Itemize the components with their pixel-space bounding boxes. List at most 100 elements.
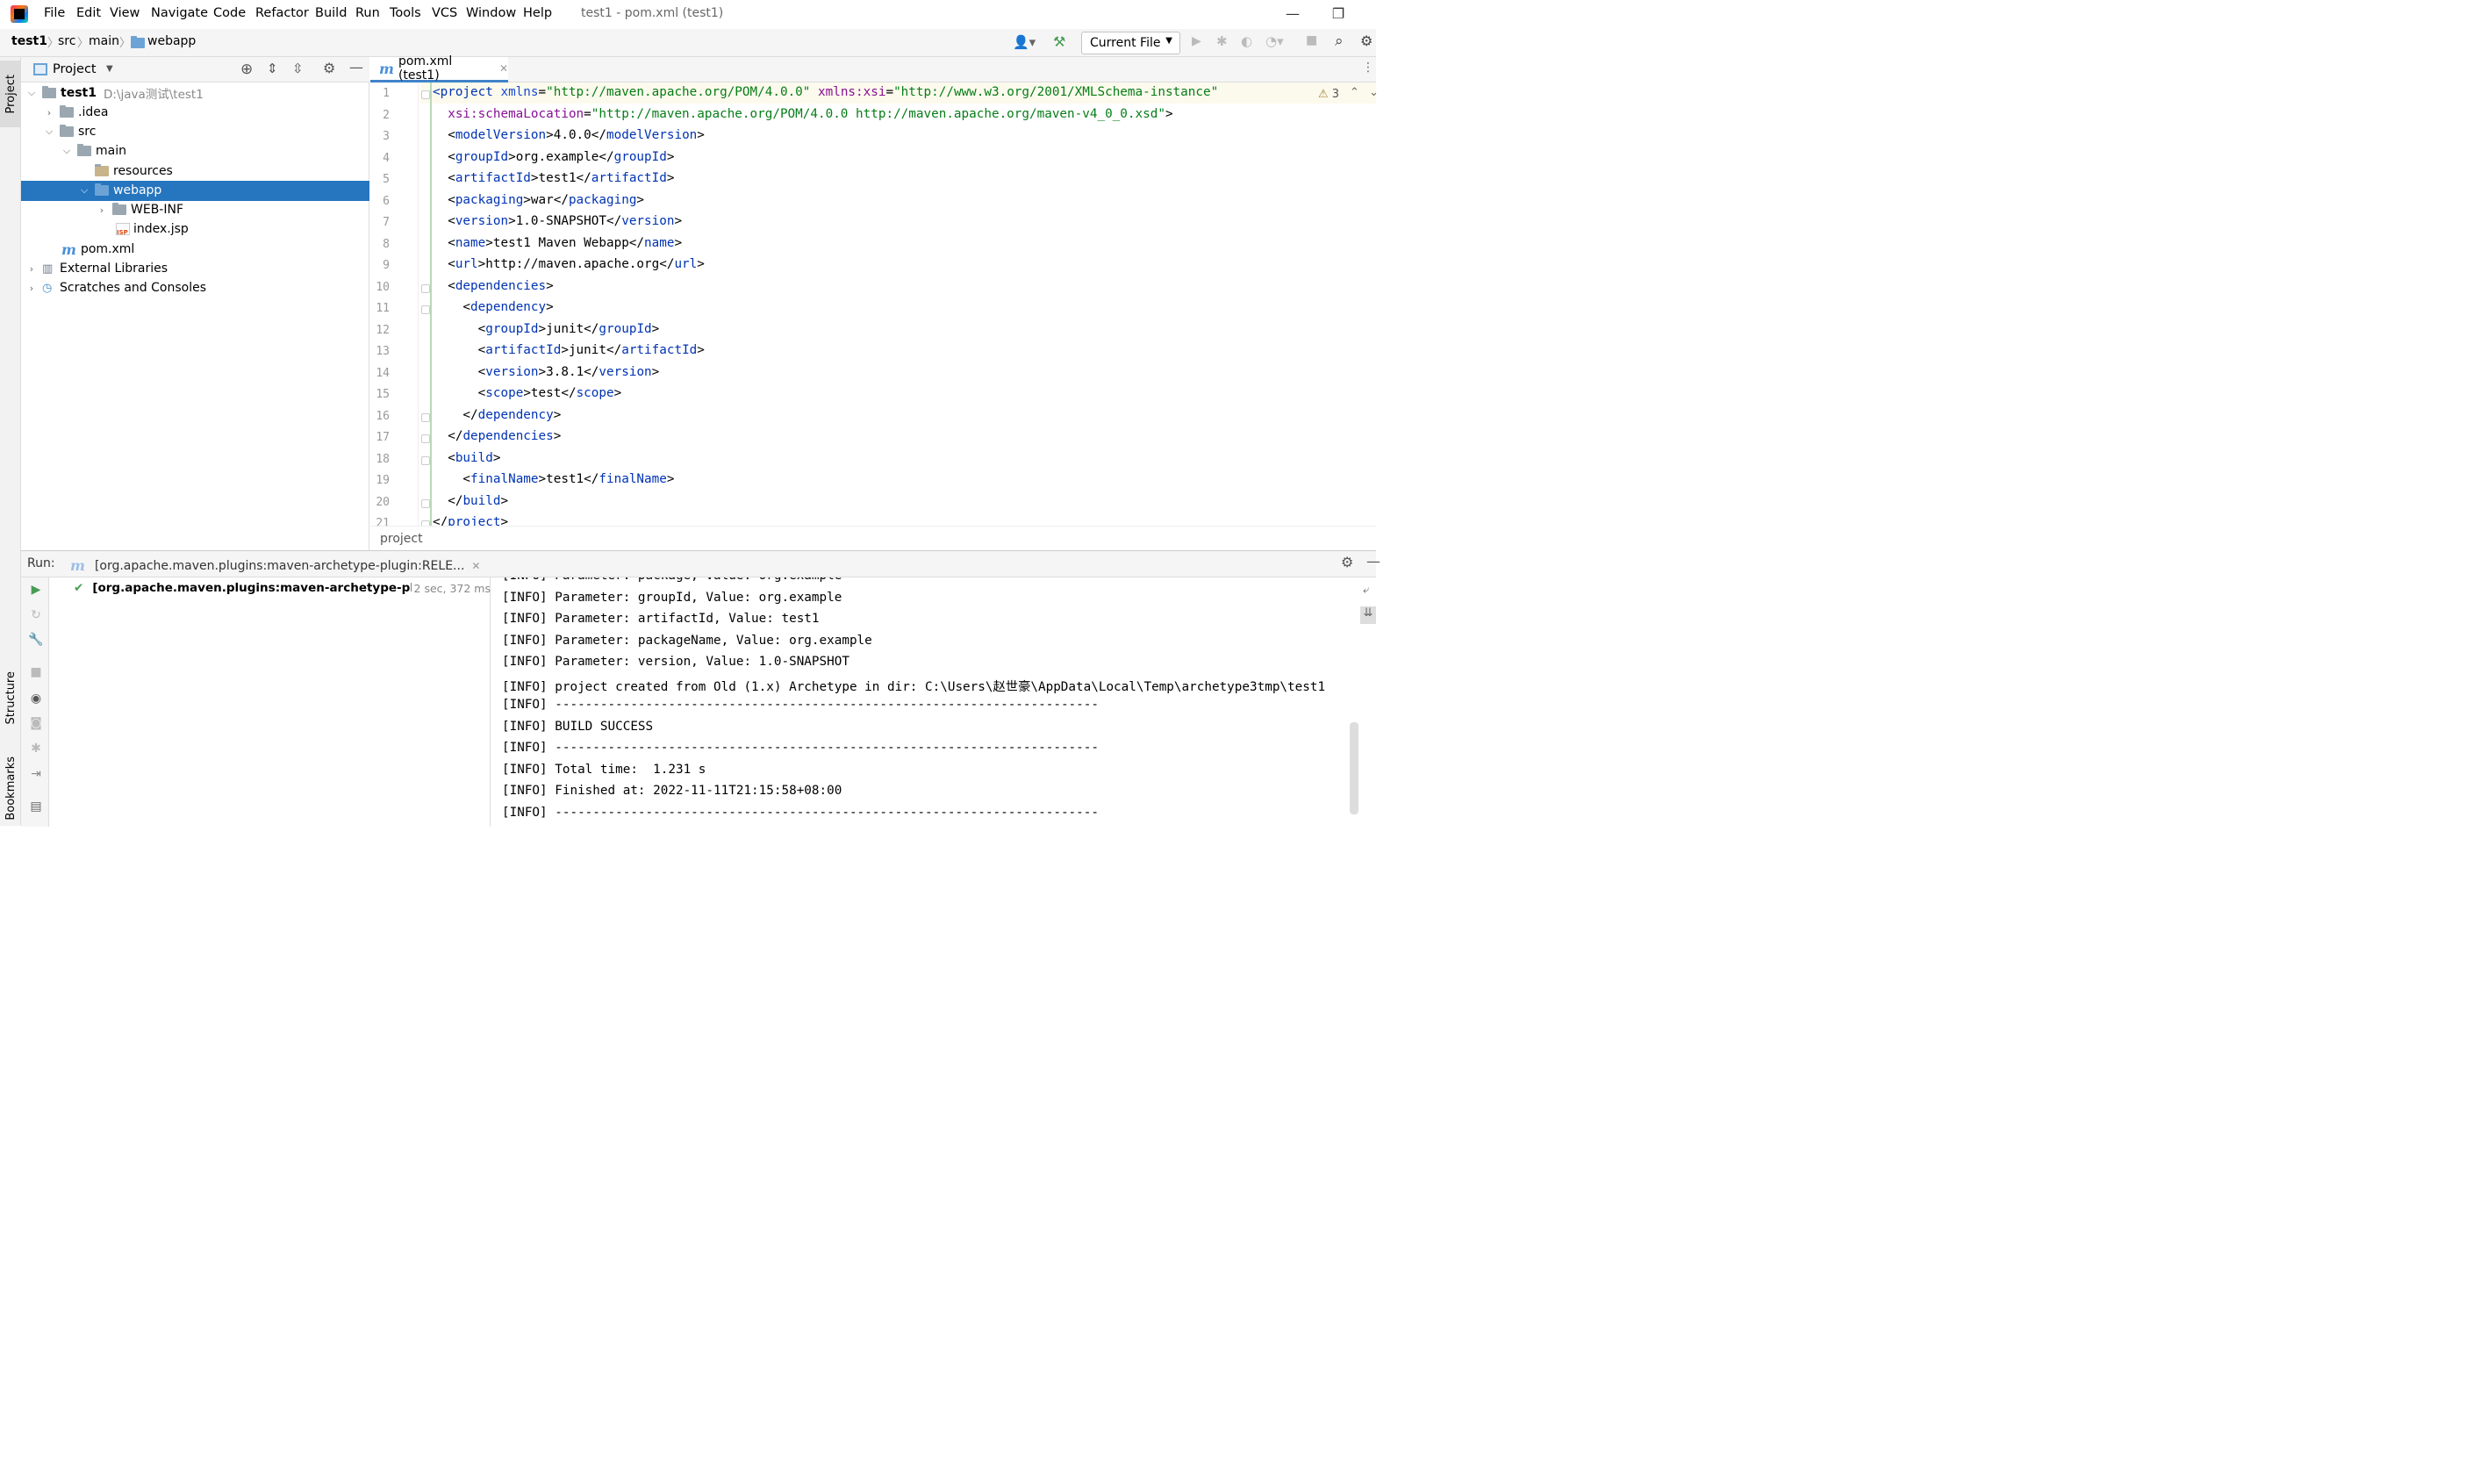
tree-item-resources[interactable]: resources: [21, 161, 369, 182]
stop-icon[interactable]: ■: [28, 665, 44, 681]
run-tab[interactable]: m [org.apache.maven.plugins:maven-archet…: [70, 554, 480, 577]
menu-run[interactable]: Run: [355, 6, 380, 20]
exit-icon[interactable]: ⇥: [28, 767, 44, 783]
more-tabs-icon[interactable]: ⋮: [1362, 61, 1374, 75]
menu-refactor[interactable]: Refactor: [255, 6, 309, 20]
tree-item-idea[interactable]: › .idea: [21, 103, 369, 123]
menu-vcs[interactable]: VCS: [432, 6, 457, 20]
code-line: <groupId>junit</groupId>: [433, 322, 660, 336]
fold-marker-icon[interactable]: [421, 455, 430, 465]
editor-tab-pom[interactable]: m pom.xml (test1) ✕: [370, 54, 508, 82]
debug-icon[interactable]: ✱: [1216, 33, 1228, 49]
breadcrumb-webapp[interactable]: webapp: [147, 34, 196, 48]
layout-icon[interactable]: ▤: [28, 799, 44, 815]
menu-navigate[interactable]: Navigate: [151, 6, 208, 20]
structure-tool-tab[interactable]: Structure: [0, 663, 21, 733]
run-task-time: 2 sec, 372 ms: [413, 581, 491, 595]
menu-build[interactable]: Build: [315, 6, 347, 20]
tree-item-webapp[interactable]: ⌵ webapp: [21, 181, 369, 201]
run-settings-gear-icon[interactable]: ⚙: [1341, 554, 1353, 570]
menu-edit[interactable]: Edit: [76, 6, 101, 20]
tree-item-test1[interactable]: ⌵ test1 D:\java测试\test1: [21, 83, 369, 104]
tree-item-label: .idea: [78, 105, 109, 120]
tree-item-src[interactable]: ⌵ src: [21, 122, 369, 142]
camera-icon[interactable]: ◙: [28, 716, 44, 732]
menu-view[interactable]: View: [110, 6, 140, 20]
breadcrumb-main[interactable]: main: [89, 34, 119, 48]
menu-tools[interactable]: Tools: [390, 6, 421, 20]
user-icon[interactable]: 👤▾: [1013, 34, 1036, 50]
menu-code[interactable]: Code: [213, 6, 246, 20]
fold-marker-icon[interactable]: [421, 412, 430, 422]
menu-window[interactable]: Window: [466, 6, 516, 20]
run-panel: Run: m [org.apache.maven.plugins:maven-a…: [21, 550, 1380, 827]
navigation-bar: test1 〉 src 〉 main 〉 webapp 👤▾ ⚒ Current…: [0, 29, 1376, 57]
eye-icon[interactable]: ◉: [28, 692, 44, 707]
fold-marker-icon[interactable]: [421, 305, 430, 314]
libraries-icon: ▥: [42, 262, 54, 276]
menu-help[interactable]: Help: [523, 6, 552, 20]
code-token: >test1</: [530, 171, 591, 185]
build-hammer-icon[interactable]: ⚒: [1053, 33, 1065, 50]
locate-file-icon[interactable]: ⊕: [240, 61, 253, 78]
rerun-icon[interactable]: ▶: [28, 583, 44, 599]
project-tool-tab[interactable]: Project: [0, 61, 21, 127]
close-icon[interactable]: ✕: [499, 62, 508, 75]
rerun-failed-icon[interactable]: ↻: [28, 608, 44, 624]
code-token: version: [485, 364, 539, 379]
hide-panel-icon[interactable]: —: [349, 59, 363, 75]
options-gear-icon[interactable]: ⚙: [323, 60, 335, 76]
restore-button[interactable]: ❐: [1325, 4, 1351, 25]
breadcrumb-project[interactable]: test1: [11, 34, 47, 48]
code-token: >: [651, 364, 660, 379]
minimize-button[interactable]: —: [1280, 4, 1306, 25]
coverage-icon[interactable]: ◐: [1241, 33, 1252, 49]
debug-icon[interactable]: ✱: [28, 742, 44, 757]
run-config-select[interactable]: Current File ▼: [1081, 32, 1180, 54]
chevron-down-icon[interactable]: ⌄: [1369, 86, 1379, 99]
code-line: <packaging>war</packaging>: [433, 193, 644, 207]
code-token: <: [433, 343, 486, 357]
code-token: artifactId: [455, 171, 531, 185]
tree-item-scratches[interactable]: › ◷ Scratches and Consoles: [21, 278, 369, 298]
line-number: 11: [376, 302, 390, 315]
settings-gear-icon[interactable]: ⚙: [1360, 32, 1373, 49]
tree-item-main[interactable]: ⌵ main: [21, 141, 369, 161]
profile-icon[interactable]: ◔▾: [1265, 33, 1284, 49]
console-scrollbar[interactable]: [1350, 722, 1358, 814]
breadcrumb-src[interactable]: src: [58, 34, 75, 48]
wrench-icon[interactable]: 🔧: [28, 633, 44, 649]
run-icon[interactable]: ▶: [1192, 34, 1201, 48]
run-task-row[interactable]: ✔ [org.apache.maven.plugins:maven-archet…: [49, 577, 491, 599]
code-token: =: [538, 85, 547, 99]
search-icon[interactable]: ⌕: [1335, 32, 1344, 50]
chevron-up-icon[interactable]: ⌃: [1350, 86, 1359, 99]
scroll-to-end-icon[interactable]: ⇊: [1360, 606, 1376, 624]
fold-marker-icon[interactable]: [421, 498, 430, 508]
code-token: >war</: [523, 192, 569, 207]
close-icon[interactable]: ✕: [471, 560, 480, 572]
tree-item-index-jsp[interactable]: JSP index.jsp: [21, 219, 369, 240]
collapse-all-icon[interactable]: ⇳: [292, 61, 304, 76]
code-token: </: [433, 429, 463, 443]
code-token: >: [697, 257, 705, 271]
fold-marker-icon[interactable]: [421, 283, 430, 293]
stop-icon[interactable]: ■: [1306, 33, 1317, 47]
console-output[interactable]: [INFO] Parameter: package, Value: org.ex…: [491, 577, 1376, 827]
project-view-title[interactable]: Project: [53, 62, 97, 76]
code-token: <: [433, 149, 455, 164]
warning-icon[interactable]: ⚠ 3: [1318, 88, 1339, 101]
tree-item-web-inf[interactable]: › WEB-INF: [21, 200, 369, 220]
fold-marker-icon[interactable]: [421, 434, 430, 443]
fold-marker-icon[interactable]: [421, 90, 430, 99]
tree-item-pom-xml[interactable]: m pom.xml: [21, 240, 369, 260]
chevron-down-icon[interactable]: ▼: [106, 64, 113, 74]
code-token: >: [500, 493, 509, 508]
tree-item-external-libraries[interactable]: › ▥ External Libraries: [21, 259, 369, 279]
editor-footer-breadcrumb[interactable]: project: [370, 526, 1376, 550]
menu-file[interactable]: File: [44, 6, 65, 20]
expand-all-icon[interactable]: ⇕: [267, 61, 278, 76]
hide-panel-icon[interactable]: —: [1366, 553, 1380, 570]
soft-wrap-icon[interactable]: ⤶: [1363, 584, 1369, 597]
bookmarks-tool-tab[interactable]: Bookmarks: [0, 750, 21, 826]
